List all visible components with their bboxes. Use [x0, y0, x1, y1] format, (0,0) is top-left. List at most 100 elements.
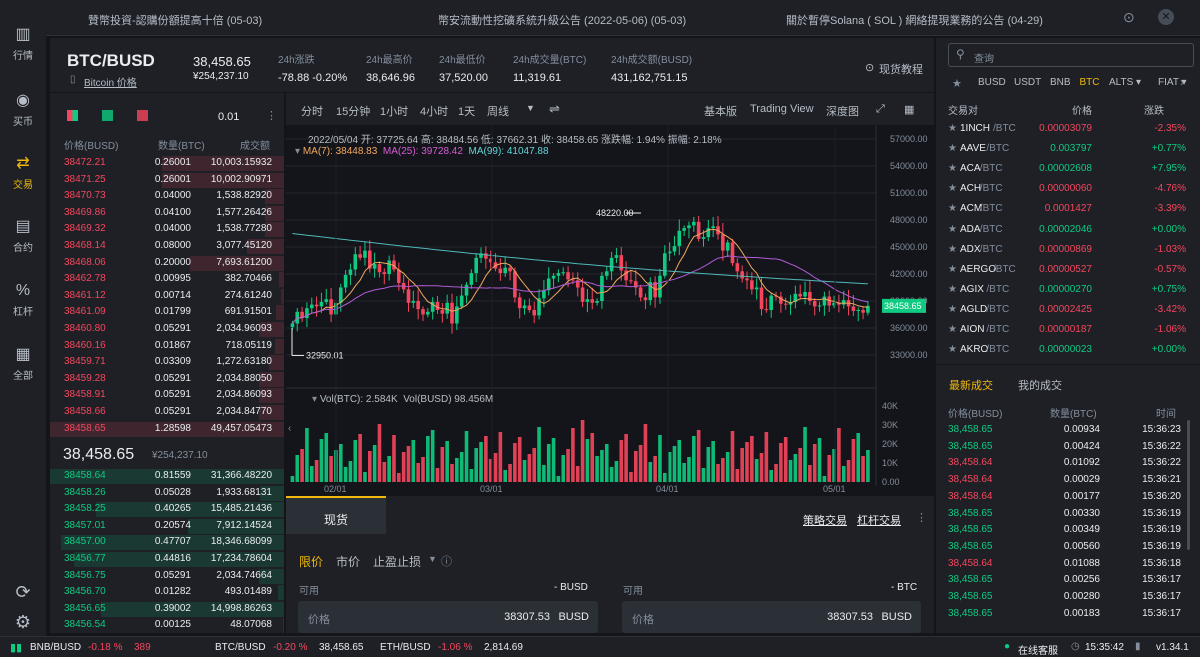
tf-tab-active[interactable]: 1天 — [458, 103, 475, 119]
ask-row[interactable]: 38458.66 0.05291 2,034.84770 — [50, 404, 284, 421]
market-row[interactable]: ★ AAVE/BTC 0.003797 +0.77% — [936, 139, 1200, 159]
expand-icon[interactable]: ⤢ — [876, 103, 885, 116]
tf-tab[interactable]: 分时 — [301, 103, 323, 119]
tf-tab[interactable]: 1小时 — [380, 103, 408, 119]
market-row[interactable]: ★ AKRO/BTC 0.00000023 +0.00% — [936, 340, 1200, 360]
star-icon[interactable]: ★ — [948, 139, 957, 159]
view-basic[interactable]: 基本版 — [704, 103, 737, 119]
spot-tab[interactable]: 现货 — [324, 511, 348, 528]
announcement-item[interactable]: 關於暫停Solana ( SOL ) 網絡提現業務的公告 (04-29) — [786, 12, 1043, 28]
nav-futures[interactable]: ▤ 合约 — [0, 218, 46, 254]
chevron-left-icon[interactable]: ‹ — [288, 423, 291, 434]
layout-asks-icon[interactable] — [137, 110, 148, 121]
star-icon[interactable]: ★ — [948, 280, 957, 300]
star-icon[interactable]: ★ — [948, 119, 957, 139]
more-icon[interactable]: ⋮ — [916, 511, 927, 524]
support-link[interactable]: 在线客服 — [1018, 642, 1058, 657]
ask-row[interactable]: 38472.21 0.26001 10,003.15932 — [50, 155, 284, 172]
market-row[interactable]: ★ ACM/BTC 0.0001427 -3.39% — [936, 199, 1200, 219]
announcement-item[interactable]: 贊幣投資-認購份額提高十倍 (05-03) — [88, 12, 262, 28]
bid-row[interactable]: 38458.26 0.05028 1,933.68131 — [50, 485, 284, 502]
order-type-limit[interactable]: 限价 — [299, 553, 323, 570]
ask-row[interactable]: 38460.80 0.05291 2,034.96093 — [50, 321, 284, 338]
markets-header-pair[interactable]: 交易对 — [948, 102, 978, 117]
ask-row[interactable]: 38469.32 0.04000 1,538.77280 — [50, 221, 284, 238]
markets-header-change[interactable]: 涨跌 — [1144, 102, 1164, 117]
market-row[interactable]: ★ ADA/BTC 0.00002046 +0.00% — [936, 220, 1200, 240]
chevron-down-icon[interactable]: ▼ — [526, 103, 535, 113]
ask-row[interactable]: 38458.91 0.05291 2,034.86093 — [50, 387, 284, 404]
settings-icon[interactable]: ⚙ — [0, 612, 46, 633]
tf-tab[interactable]: 周线 — [487, 103, 509, 119]
star-icon[interactable]: ★ — [948, 240, 957, 260]
markets-header-price[interactable]: 价格 — [1072, 102, 1092, 117]
market-row[interactable]: ★ ACA/BTC 0.00002608 +7.95% — [936, 159, 1200, 179]
bid-row[interactable]: 38457.00 0.47707 18,346.68099 — [50, 534, 284, 551]
view-tradingview[interactable]: Trading View — [750, 103, 814, 115]
ask-row[interactable]: 38468.06 0.20000 7,693.61200 — [50, 255, 284, 272]
star-icon[interactable]: ★ — [948, 320, 957, 340]
coin-info-link[interactable]: Bitcoin 价格 — [84, 74, 137, 89]
scrollbar[interactable] — [1187, 420, 1190, 550]
bid-row[interactable]: 38456.65 0.39002 14,998.86263 — [50, 601, 284, 618]
ask-row[interactable]: 38460.16 0.01867 718.05119 — [50, 338, 284, 355]
view-depth[interactable]: 深度图 — [826, 103, 859, 119]
market-tab[interactable]: BNB — [1050, 77, 1071, 88]
market-tab[interactable]: ALTS ▾ — [1109, 77, 1141, 88]
footer-ticker-pair[interactable]: ETH/BUSD — [380, 642, 431, 653]
market-row[interactable]: ★ 1INCH/BTC 0.00003079 -2.35% — [936, 119, 1200, 139]
ask-row[interactable]: 38458.65 1.28598 49,457.05473 — [50, 421, 284, 438]
bid-row[interactable]: 38456.75 0.05291 2,034.74664 — [50, 568, 284, 585]
footer-ticker-pair[interactable]: BTC/BUSD — [215, 642, 266, 653]
search-input[interactable]: ⚲ 查询 — [948, 43, 1194, 67]
market-row[interactable]: ★ AERGO/BTC 0.00000527 -0.57% — [936, 260, 1200, 280]
bid-row[interactable]: 38456.54 0.00125 48.07068 — [50, 617, 284, 634]
star-icon[interactable]: ★ — [948, 260, 957, 280]
order-type-stop[interactable]: 止盈止损 — [373, 553, 421, 570]
info-icon[interactable]: ⓘ — [441, 553, 452, 569]
star-icon[interactable]: ★ — [948, 300, 957, 320]
order-type-market[interactable]: 市价 — [336, 553, 360, 570]
nav-buy-crypto[interactable]: ◉ 买币 — [0, 92, 46, 128]
market-tab[interactable]: USDT — [1014, 77, 1041, 88]
nav-all[interactable]: ▦ 全部 — [0, 346, 46, 382]
star-icon[interactable]: ★ — [952, 77, 962, 90]
close-icon[interactable]: ✕ — [1158, 9, 1174, 25]
margin-link[interactable]: 杠杆交易 — [857, 512, 901, 528]
sell-price-input[interactable]: 价格 38307.53 BUSD — [622, 601, 921, 633]
kline-chart[interactable]: 57000.00 54000.00 51000.00 48000.00 45000.00… — [286, 126, 934, 494]
bid-row[interactable]: 38456.70 0.01282 493.01489 — [50, 584, 284, 601]
ask-row[interactable]: 38462.78 0.00995 382.70466 — [50, 271, 284, 288]
ask-row[interactable]: 38471.25 0.26001 10,002.90971 — [50, 172, 284, 189]
tf-tab[interactable]: 4小时 — [420, 103, 448, 119]
layout-both-icon[interactable] — [67, 110, 78, 121]
tf-tab[interactable]: 15分钟 — [336, 103, 370, 119]
tab-latest-trades[interactable]: 最新成交 — [949, 377, 993, 393]
precision-select[interactable]: 0.01 — [218, 111, 239, 123]
market-tab[interactable]: BUSD — [978, 77, 1006, 88]
nav-markets[interactable]: ▥ 行情 — [0, 26, 46, 62]
strategy-link[interactable]: 策略交易 — [803, 512, 847, 528]
announcement-item[interactable]: 幣安流動性挖礦系統升級公告 (2022-05-06) (05-03) — [438, 12, 686, 28]
chevron-down-icon[interactable]: ▼ — [428, 554, 437, 564]
star-icon[interactable]: ★ — [948, 199, 957, 219]
tab-my-trades[interactable]: 我的成交 — [1018, 377, 1062, 393]
ask-row[interactable]: 38461.12 0.00714 274.61240 — [50, 288, 284, 305]
market-row[interactable]: ★ AION/BTC 0.00000187 -1.06% — [936, 320, 1200, 340]
market-row[interactable]: ★ ACH/BTC 0.00000060 -4.76% — [936, 179, 1200, 199]
star-icon[interactable]: ★ — [948, 159, 957, 179]
ask-row[interactable]: 38470.73 0.04000 1,538.82920 — [50, 188, 284, 205]
star-icon[interactable]: ★ — [948, 179, 957, 199]
refresh-icon[interactable]: ⟳ — [0, 582, 46, 603]
notification-icon[interactable]: ⊙ — [1123, 9, 1135, 26]
market-tab[interactable]: BTC — [1080, 77, 1100, 88]
layout-bids-icon[interactable] — [102, 110, 113, 121]
nav-margin[interactable]: % 杠杆 — [0, 282, 46, 318]
star-icon[interactable]: ★ — [948, 220, 957, 240]
ask-row[interactable]: 38461.09 0.01799 691.91501 — [50, 304, 284, 321]
market-row[interactable]: ★ AGLD/BTC 0.00002425 -3.42% — [936, 300, 1200, 320]
market-row[interactable]: ★ AGIX/BTC 0.00000270 +0.75% — [936, 280, 1200, 300]
pair-title[interactable]: BTC/BUSD — [67, 51, 155, 71]
market-row[interactable]: ★ ADX/BTC 0.00000869 -1.03% — [936, 240, 1200, 260]
bid-row[interactable]: 38457.01 0.20574 7,912.14524 — [50, 518, 284, 535]
